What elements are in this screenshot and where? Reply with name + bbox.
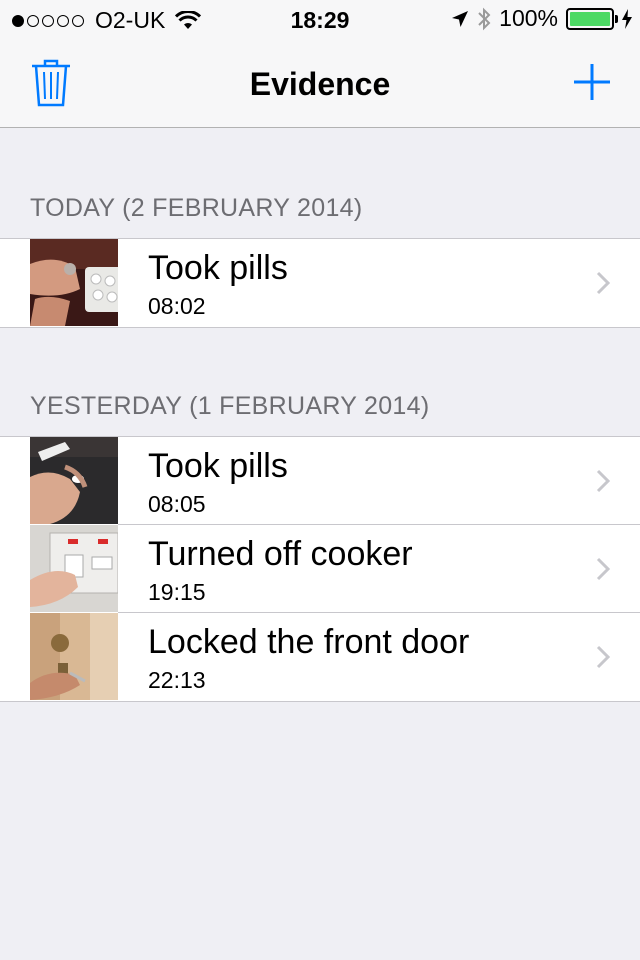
evidence-row[interactable]: Locked the front door 22:13 [0, 612, 640, 701]
chevron-right-icon [596, 469, 610, 493]
evidence-row[interactable]: Turned off cooker 19:15 [0, 524, 640, 613]
battery-percent: 100% [499, 5, 558, 31]
add-evidence-button[interactable] [572, 62, 612, 102]
section-header-yesterday: YESTERDAY (1 FEBRUARY 2014) [30, 392, 430, 420]
evidence-row[interactable]: Took pills 08:05 [0, 437, 640, 525]
photo-thumbnail-pills [30, 437, 118, 524]
status-bar: O2-UK 18:29 100% [0, 0, 640, 40]
photo-thumbnail-cooker-switch [30, 525, 118, 612]
top-bar: O2-UK 18:29 100% Evidence [0, 0, 640, 128]
page-title: Evidence [249, 66, 391, 102]
evidence-title: Took pills [148, 447, 288, 485]
battery-icon [566, 7, 618, 30]
evidence-title: Turned off cooker [148, 535, 413, 573]
charging-bolt-icon [622, 8, 632, 29]
chevron-right-icon [596, 645, 610, 669]
evidence-time: 22:13 [148, 667, 206, 693]
evidence-title: Took pills [148, 249, 288, 287]
evidence-time: 08:02 [148, 293, 206, 319]
location-arrow-icon [452, 10, 469, 27]
status-right: 100% [443, 5, 632, 32]
evidence-time: 08:05 [148, 491, 206, 517]
plus-icon [574, 64, 610, 100]
navigation-bar: Evidence [0, 40, 640, 128]
evidence-list-today: Took pills 08:02 [0, 238, 640, 328]
bluetooth-icon [478, 7, 491, 30]
chevron-right-icon [596, 271, 610, 295]
evidence-title: Locked the front door [148, 623, 470, 661]
evidence-row[interactable]: Took pills 08:02 [0, 239, 640, 327]
photo-thumbnail-pills [30, 239, 118, 326]
chevron-right-icon [596, 557, 610, 581]
photo-thumbnail-door-lock [30, 613, 118, 700]
section-header-today: TODAY (2 FEBRUARY 2014) [30, 194, 363, 222]
evidence-list-yesterday: Took pills 08:05 Turned off cooker 19:15 [0, 436, 640, 702]
evidence-time: 19:15 [148, 579, 206, 605]
